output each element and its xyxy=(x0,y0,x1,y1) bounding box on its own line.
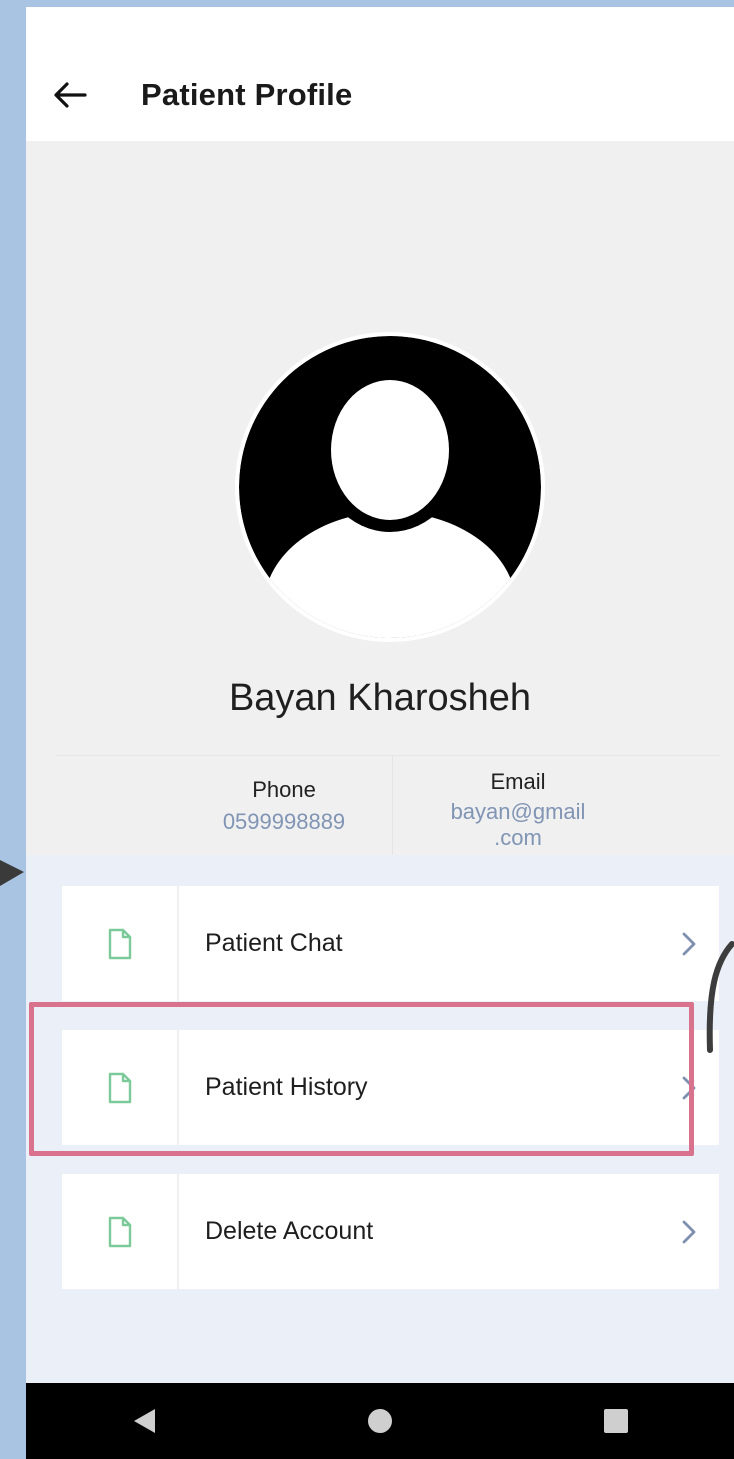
menu-item-label: Patient History xyxy=(205,1073,368,1101)
menu-icon-cell xyxy=(62,1174,179,1289)
back-button[interactable] xyxy=(48,73,92,117)
app-bar: Patient Profile xyxy=(26,7,734,141)
phone-info: Phone 0599998889 xyxy=(186,777,382,835)
menu-item-label: Patient Chat xyxy=(205,929,343,957)
divider xyxy=(392,755,393,855)
chevron-cell xyxy=(659,1076,719,1100)
phone-label: Phone xyxy=(252,777,316,802)
menu-item-patient-chat[interactable]: Patient Chat xyxy=(62,886,719,1001)
email-label: Email xyxy=(490,769,546,794)
user-avatar-icon xyxy=(239,336,541,638)
menu-icon-cell xyxy=(62,1030,179,1145)
document-icon xyxy=(108,928,131,959)
square-recents-icon xyxy=(604,1409,628,1433)
chevron-right-icon xyxy=(682,932,696,955)
phone-screen: Patient Profile Bayan Kharosheh Phone 05… xyxy=(26,7,734,1459)
patient-name: Bayan Kharosheh xyxy=(228,677,532,719)
document-icon xyxy=(108,1072,131,1103)
triangle-back-icon xyxy=(134,1409,155,1433)
circle-home-icon xyxy=(368,1409,392,1433)
pointer-arrow-icon xyxy=(0,860,24,886)
email-info: Email bayan@gmail .com xyxy=(418,769,618,853)
chevron-right-icon xyxy=(682,1076,696,1099)
email-value-line: .com xyxy=(494,825,542,850)
menu-item-delete-account[interactable]: Delete Account xyxy=(62,1174,719,1289)
menu-list: Patient Chat Patient History Delete Acco… xyxy=(26,855,734,1383)
menu-item-label: Delete Account xyxy=(205,1217,374,1245)
nav-back-button[interactable] xyxy=(104,1391,184,1451)
chevron-right-icon xyxy=(682,1220,696,1243)
system-nav-bar xyxy=(26,1383,734,1459)
menu-icon-cell xyxy=(62,886,179,1001)
chevron-cell xyxy=(659,1220,719,1244)
document-icon xyxy=(108,1216,131,1247)
nav-recents-button[interactable] xyxy=(576,1391,656,1451)
phone-value[interactable]: 0599998889 xyxy=(186,809,382,835)
avatar xyxy=(235,332,545,642)
nav-home-button[interactable] xyxy=(340,1391,420,1451)
back-arrow-icon xyxy=(54,82,87,108)
page-title: Patient Profile xyxy=(141,77,353,112)
profile-section: Bayan Kharosheh Phone 0599998889 Email b… xyxy=(26,141,734,855)
menu-item-patient-history[interactable]: Patient History xyxy=(62,1030,719,1145)
email-value[interactable]: bayan@gmail .com xyxy=(418,799,618,851)
divider xyxy=(56,755,720,756)
curved-arrow-icon xyxy=(706,941,734,1053)
email-value-line: bayan@gmail xyxy=(450,799,586,824)
